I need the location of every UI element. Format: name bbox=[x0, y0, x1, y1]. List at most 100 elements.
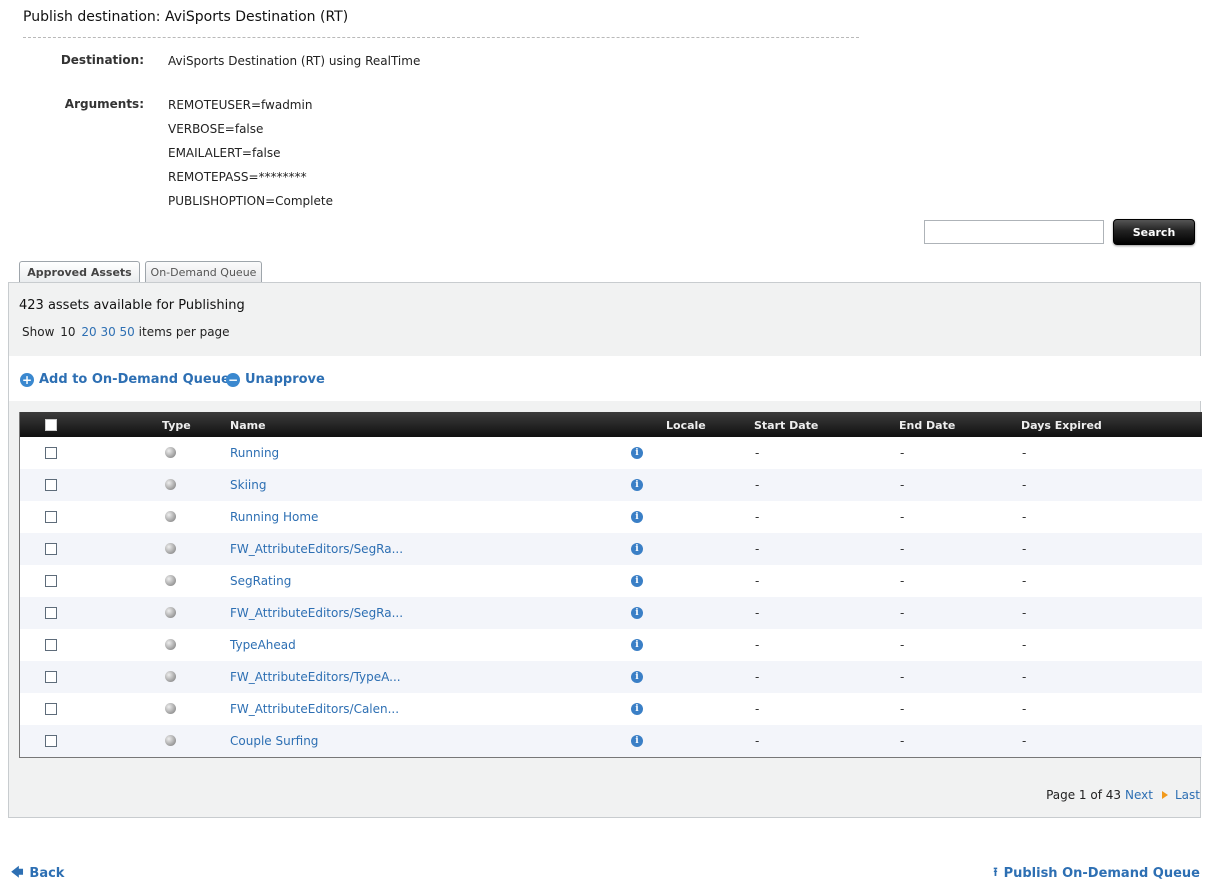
tab-on-demand-queue[interactable]: On-Demand Queue bbox=[145, 261, 262, 283]
row-checkbox[interactable] bbox=[45, 511, 57, 523]
end-date-cell: - bbox=[900, 542, 905, 556]
days-expired-cell: - bbox=[1022, 670, 1027, 684]
arguments-label: Arguments: bbox=[64, 97, 144, 111]
end-date-cell: - bbox=[900, 478, 905, 492]
info-icon[interactable]: i bbox=[631, 447, 643, 459]
assets-table: Type Name Locale Start Date End Date Day… bbox=[19, 412, 1202, 758]
back-arrow-icon: 🡄 bbox=[11, 865, 24, 879]
row-checkbox[interactable] bbox=[45, 735, 57, 747]
row-checkbox[interactable] bbox=[45, 479, 57, 491]
show-label: Show bbox=[22, 325, 55, 339]
info-icon[interactable]: i bbox=[631, 703, 643, 715]
start-date-cell: - bbox=[755, 734, 760, 748]
select-all-checkbox[interactable] bbox=[45, 419, 57, 431]
row-checkbox[interactable] bbox=[45, 543, 57, 555]
start-date-cell: - bbox=[755, 702, 760, 716]
row-checkbox[interactable] bbox=[45, 703, 57, 715]
asset-name-link[interactable]: Running bbox=[230, 446, 279, 460]
last-page-link[interactable]: Last bbox=[1175, 788, 1200, 802]
table-header: Type Name Locale Start Date End Date Day… bbox=[20, 412, 1202, 437]
asset-type-dot-icon bbox=[165, 447, 176, 458]
table-row: Couple Surfing i - - - bbox=[20, 725, 1202, 757]
destination-label: Destination: bbox=[60, 53, 144, 67]
start-date-cell: - bbox=[755, 638, 760, 652]
row-checkbox[interactable] bbox=[45, 607, 57, 619]
column-end-date[interactable]: End Date bbox=[899, 419, 955, 432]
column-name[interactable]: Name bbox=[230, 419, 266, 432]
table-row: FW_AttributeEditors/SegRa... i - - - bbox=[20, 597, 1202, 629]
page-size-20-link[interactable]: 20 bbox=[81, 325, 96, 339]
column-start-date[interactable]: Start Date bbox=[754, 419, 818, 432]
asset-name-link[interactable]: Skiing bbox=[230, 478, 266, 492]
asset-type-dot-icon bbox=[165, 479, 176, 490]
days-expired-cell: - bbox=[1022, 702, 1027, 716]
row-checkbox[interactable] bbox=[45, 639, 57, 651]
next-page-link[interactable]: Next bbox=[1125, 788, 1153, 802]
end-date-cell: - bbox=[900, 446, 905, 460]
column-locale[interactable]: Locale bbox=[666, 419, 706, 432]
asset-type-dot-icon bbox=[165, 735, 176, 746]
row-checkbox[interactable] bbox=[45, 671, 57, 683]
info-icon[interactable]: i bbox=[631, 671, 643, 683]
publish-upload-icon: ⭱ bbox=[993, 865, 998, 879]
per-page-label: items per page bbox=[138, 325, 230, 339]
page-title: Publish destination: AviSports Destinati… bbox=[23, 9, 349, 25]
back-link[interactable]: 🡄 Back bbox=[11, 863, 64, 884]
publish-queue-label: Publish On-Demand Queue bbox=[1003, 866, 1200, 881]
start-date-cell: - bbox=[755, 574, 760, 588]
table-row: TypeAhead i - - - bbox=[20, 629, 1202, 661]
info-icon[interactable]: i bbox=[631, 479, 643, 491]
table-body: Running i - - - Skiing i - - - Running H… bbox=[20, 437, 1202, 757]
start-date-cell: - bbox=[755, 478, 760, 492]
days-expired-cell: - bbox=[1022, 638, 1027, 652]
table-row: Running i - - - bbox=[20, 437, 1202, 469]
end-date-cell: - bbox=[900, 702, 905, 716]
info-icon[interactable]: i bbox=[631, 607, 643, 619]
info-icon[interactable]: i bbox=[631, 543, 643, 555]
column-type[interactable]: Type bbox=[162, 419, 191, 432]
search-button[interactable]: Search bbox=[1113, 219, 1195, 245]
asset-name-link[interactable]: FW_AttributeEditors/SegRa... bbox=[230, 606, 403, 620]
add-to-queue-label: Add to On-Demand Queue bbox=[39, 372, 230, 387]
info-icon[interactable]: i bbox=[631, 575, 643, 587]
days-expired-cell: - bbox=[1022, 478, 1027, 492]
unapprove-button[interactable]: − Unapprove bbox=[226, 372, 325, 387]
end-date-cell: - bbox=[900, 670, 905, 684]
asset-count: 423 assets available for Publishing bbox=[19, 298, 245, 313]
info-icon[interactable]: i bbox=[631, 511, 643, 523]
arguments-list: REMOTEUSER=fwadmin VERBOSE=false EMAILAL… bbox=[168, 98, 333, 218]
asset-name-link[interactable]: FW_AttributeEditors/SegRa... bbox=[230, 542, 403, 556]
search-input[interactable] bbox=[924, 220, 1104, 244]
start-date-cell: - bbox=[755, 606, 760, 620]
asset-name-link[interactable]: Couple Surfing bbox=[230, 734, 318, 748]
asset-type-dot-icon bbox=[165, 575, 176, 586]
publish-queue-link[interactable]: ⭱ Publish On-Demand Queue bbox=[993, 863, 1200, 884]
end-date-cell: - bbox=[900, 734, 905, 748]
asset-name-link[interactable]: Running Home bbox=[230, 510, 318, 524]
column-days-expired[interactable]: Days Expired bbox=[1021, 419, 1102, 432]
days-expired-cell: - bbox=[1022, 446, 1027, 460]
table-row: FW_AttributeEditors/Calen... i - - - bbox=[20, 693, 1202, 725]
asset-name-link[interactable]: FW_AttributeEditors/TypeA... bbox=[230, 670, 401, 684]
add-to-queue-button[interactable]: + Add to On-Demand Queue bbox=[20, 372, 230, 387]
start-date-cell: - bbox=[755, 542, 760, 556]
info-icon[interactable]: i bbox=[631, 735, 643, 747]
table-row: Running Home i - - - bbox=[20, 501, 1202, 533]
end-date-cell: - bbox=[900, 574, 905, 588]
days-expired-cell: - bbox=[1022, 574, 1027, 588]
asset-type-dot-icon bbox=[165, 607, 176, 618]
row-checkbox[interactable] bbox=[45, 575, 57, 587]
argument-item: VERBOSE=false bbox=[168, 122, 264, 136]
row-checkbox[interactable] bbox=[45, 447, 57, 459]
page-size-50-link[interactable]: 50 bbox=[120, 325, 135, 339]
arrow-right-icon bbox=[1162, 791, 1168, 799]
pagination: Page 1 of 43 Next Last bbox=[1046, 788, 1200, 802]
asset-name-link[interactable]: TypeAhead bbox=[230, 638, 296, 652]
asset-name-link[interactable]: SegRating bbox=[230, 574, 291, 588]
destination-value: AviSports Destination (RT) using RealTim… bbox=[168, 54, 421, 68]
tab-approved-assets[interactable]: Approved Assets bbox=[19, 261, 140, 283]
info-icon[interactable]: i bbox=[631, 639, 643, 651]
page-size-30-link[interactable]: 30 bbox=[100, 325, 115, 339]
asset-name-link[interactable]: FW_AttributeEditors/Calen... bbox=[230, 702, 399, 716]
asset-type-dot-icon bbox=[165, 703, 176, 714]
